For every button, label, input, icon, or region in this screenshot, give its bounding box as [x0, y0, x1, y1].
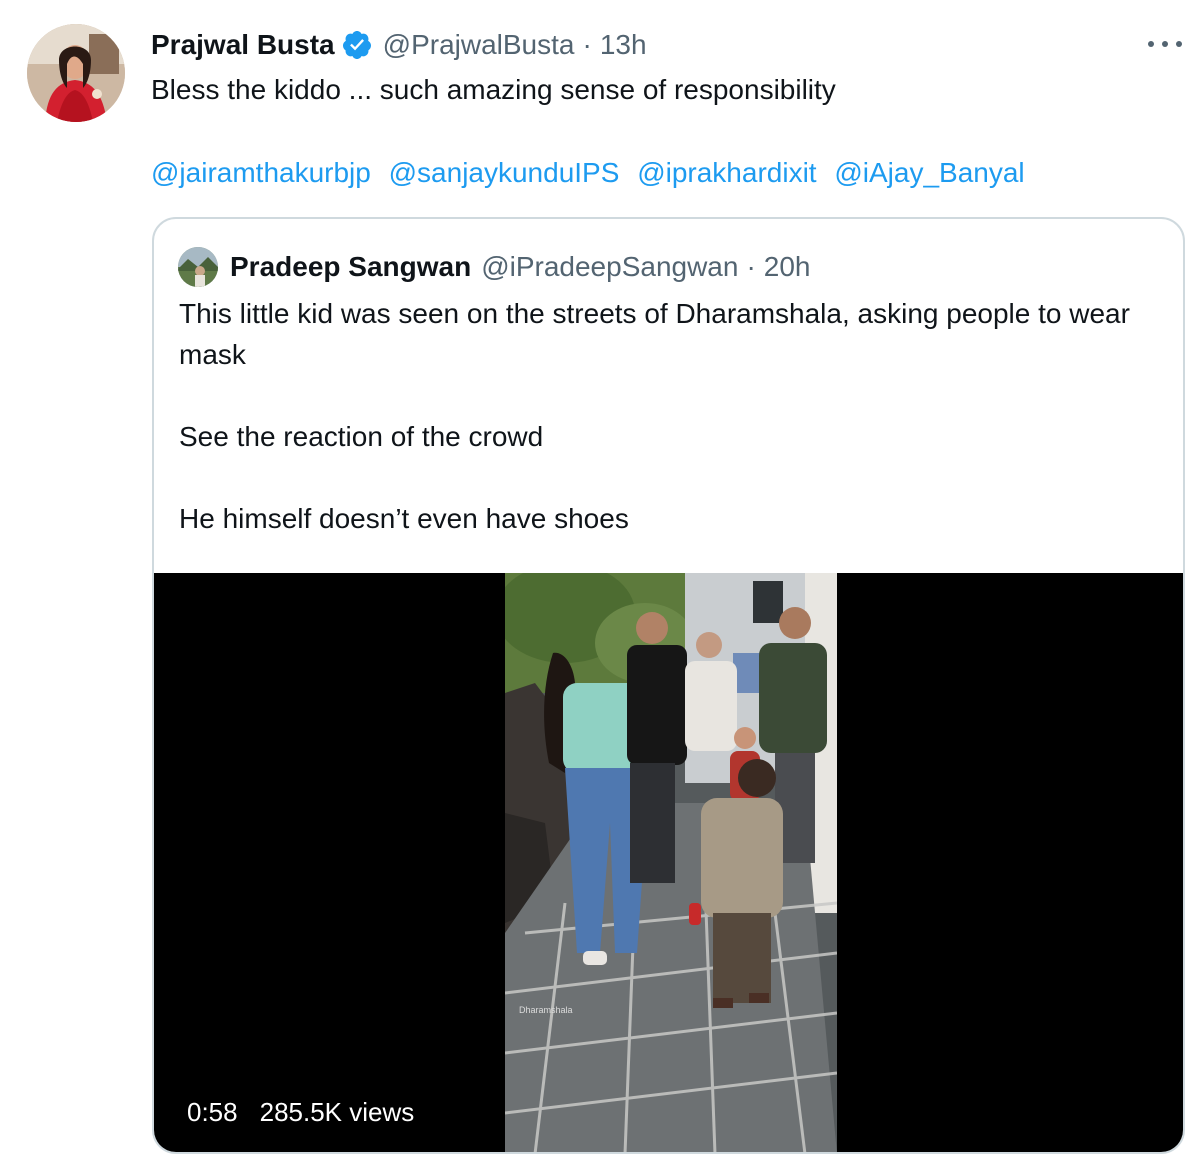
video-watermark: Dharamshala: [519, 1005, 573, 1015]
author-avatar[interactable]: [27, 24, 125, 122]
mention-link[interactable]: @sanjaykunduIPS: [389, 157, 620, 188]
avatar-photo: [27, 24, 125, 122]
tweet-text: Bless the kiddo ... such amazing sense o…: [151, 74, 836, 105]
quoted-tweet-header: Pradeep Sangwan @iPradeepSangwan · 20h: [178, 247, 811, 287]
video-frame: Dharamshala: [505, 573, 837, 1152]
quoted-tweet-text: This little kid was seen on the streets …: [179, 293, 1149, 539]
video-views: 285.5K views: [259, 1097, 415, 1127]
quoted-paragraph: He himself doesn’t even have shoes: [179, 503, 629, 534]
quoted-author-handle[interactable]: @iPradeepSangwan: [481, 251, 738, 283]
verified-badge-icon: [341, 29, 373, 61]
quoted-paragraph: See the reaction of the crowd: [179, 421, 544, 452]
tweet-timestamp[interactable]: 13h: [600, 24, 647, 66]
quoted-tweet-timestamp[interactable]: 20h: [764, 251, 811, 283]
video-player[interactable]: Dharamshala 0:58 285.5K views: [154, 573, 1183, 1152]
video-duration: 0:58: [187, 1097, 238, 1127]
separator-dot: ·: [746, 251, 756, 282]
video-meta: 0:58 285.5K views: [187, 1097, 414, 1128]
author-name[interactable]: Prajwal Busta: [151, 24, 335, 66]
separator-dot: ·: [582, 29, 592, 60]
tweet-header: Prajwal Busta @PrajwalBusta · 13h: [151, 24, 647, 66]
video-thumbnail: [505, 573, 837, 1152]
author-handle[interactable]: @PrajwalBusta: [383, 24, 575, 66]
mentions-line: @jairamthakurbjp @sanjaykunduIPS @iprakh…: [151, 153, 1161, 193]
mention-link[interactable]: @iprakhardixit: [637, 157, 816, 188]
more-options-icon[interactable]: [1148, 30, 1182, 58]
mention-link[interactable]: @iAjay_Banyal: [834, 157, 1024, 188]
quoted-author-name[interactable]: Pradeep Sangwan: [230, 251, 471, 283]
mention-link[interactable]: @jairamthakurbjp: [151, 157, 371, 188]
quoted-tweet-card[interactable]: Pradeep Sangwan @iPradeepSangwan · 20h T…: [152, 217, 1185, 1154]
quoted-paragraph: This little kid was seen on the streets …: [179, 298, 1130, 370]
quoted-author-avatar[interactable]: [178, 247, 218, 287]
